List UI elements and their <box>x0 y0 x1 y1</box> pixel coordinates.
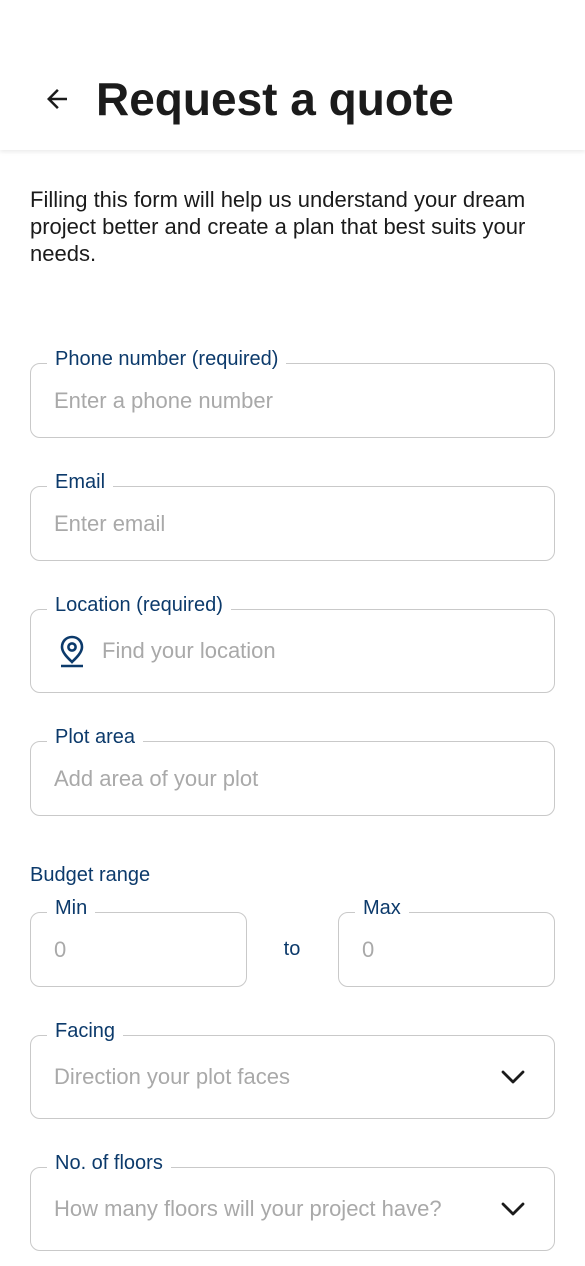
floors-label: No. of floors <box>47 1151 171 1175</box>
budget-min-placeholder: 0 <box>54 936 67 962</box>
floors-placeholder: How many floors will your project have? <box>54 1196 442 1221</box>
email-label: Email <box>47 470 114 494</box>
phone-number-label: Phone number (required) <box>47 347 287 371</box>
chevron-down-icon <box>501 1202 525 1216</box>
email-placeholder: Enter email <box>54 510 166 536</box>
email-field[interactable]: Email Enter email <box>30 470 555 561</box>
intro-text: Filling this form will help us understan… <box>30 187 526 266</box>
app-header: Request a quote <box>0 0 585 150</box>
back-button[interactable] <box>36 78 78 120</box>
budget-max-field[interactable]: Max 0 <box>338 896 555 987</box>
location-field[interactable]: Location (required) Find your location <box>30 593 555 693</box>
budget-min-label: Min <box>47 896 96 920</box>
budget-max-placeholder: 0 <box>362 936 375 962</box>
budget-to-separator: to <box>283 938 301 960</box>
plot-area-placeholder: Add area of your plot <box>54 765 259 791</box>
facing-select[interactable]: Facing Direction your plot faces <box>30 1019 555 1119</box>
location-label: Location (required) <box>47 593 231 617</box>
plot-area-label: Plot area <box>47 725 144 749</box>
location-pin-icon <box>60 635 84 668</box>
budget-max-label: Max <box>355 896 409 920</box>
budget-range-label: Budget range <box>30 864 151 886</box>
page-title: Request a quote <box>96 73 454 125</box>
arrow-left-icon <box>47 89 67 109</box>
facing-label: Facing <box>47 1019 124 1043</box>
phone-number-field[interactable]: Phone number (required) Enter a phone nu… <box>30 347 555 438</box>
location-placeholder: Find your location <box>102 638 276 663</box>
budget-min-field[interactable]: Min 0 <box>30 896 247 987</box>
phone-number-placeholder: Enter a phone number <box>54 387 273 413</box>
plot-area-field[interactable]: Plot area Add area of your plot <box>30 725 555 816</box>
facing-placeholder: Direction your plot faces <box>54 1064 290 1089</box>
floors-select[interactable]: No. of floors How many floors will your … <box>30 1151 555 1251</box>
chevron-down-icon <box>501 1070 525 1084</box>
